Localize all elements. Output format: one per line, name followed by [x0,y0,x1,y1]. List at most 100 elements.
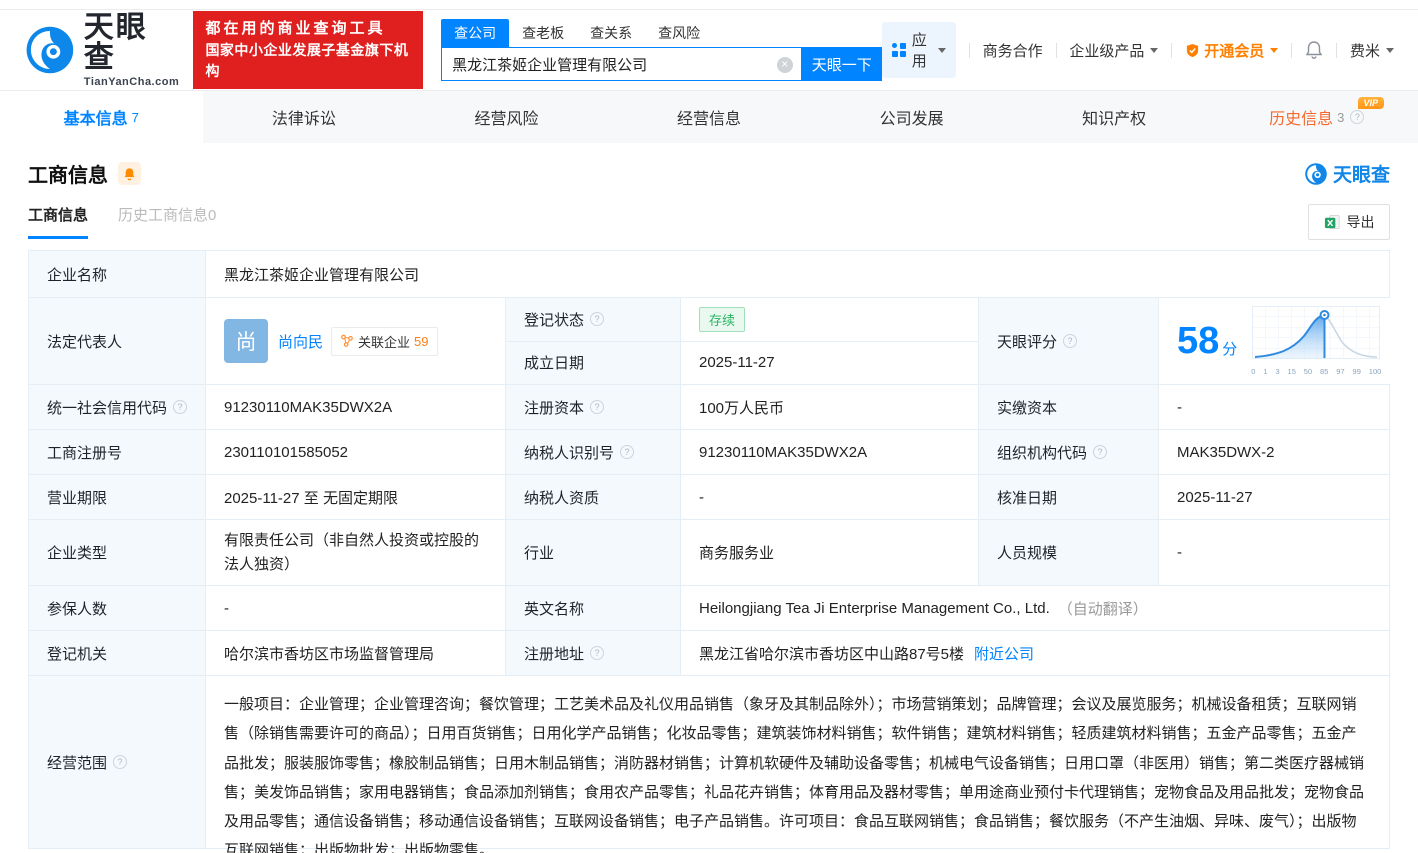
field-reg-number-label: 工商注册号 [29,430,206,474]
related-companies-icon [340,334,354,348]
field-reg-authority-label: 登记机关 [29,631,206,675]
apps-menu[interactable]: 应用 [882,22,956,78]
field-paid-capital-label: 实缴资本 [979,385,1159,429]
related-companies-label: 关联企业 [358,332,410,351]
field-business-term-value: 2025-11-27 至 无固定期限 [206,475,506,519]
field-insured-count-value: - [206,586,506,630]
help-icon[interactable] [113,755,127,769]
tianyancha-company-page: 天眼查 TianYanCha.com 都在用的商业查询工具 国家中小企业发展子基… [0,0,1418,853]
search-tab-boss[interactable]: 查老板 [509,19,577,47]
tab-history-info[interactable]: VIP 历史信息 3 [1215,91,1418,143]
nearby-companies-link[interactable]: 附近公司 [974,643,1034,664]
help-icon[interactable] [173,400,187,414]
divider [1336,43,1337,58]
field-business-scope-value: 一般项目：企业管理；企业管理咨询；餐饮管理；工艺美术品及礼仪用品销售（象牙及其制… [206,676,1389,848]
tab-basic-info[interactable]: 基本信息 7 [0,91,203,143]
menu-open-vip-label: 开通会员 [1204,40,1264,61]
table-row: 登记状态 存续 [506,298,979,341]
bell-icon [1305,40,1323,60]
watermark-logo: 天眼查 [1304,160,1390,187]
excel-icon [1324,214,1341,231]
field-approval-date-label: 核准日期 [979,475,1159,519]
tab-history-info-count: 3 [1337,110,1344,125]
user-menu[interactable]: 费米 [1350,40,1394,61]
legal-rep-name-link[interactable]: 尚向民 [278,331,323,352]
help-icon[interactable] [620,445,634,459]
main-nav-tabs: 基本信息 7 法律诉讼 经营风险 经营信息 公司发展 知识产权 VIP 历史信息… [0,90,1418,143]
field-business-term-label: 营业期限 [29,475,206,519]
tab-basic-info-count: 7 [132,110,139,125]
tab-operating-risk[interactable]: 经营风险 [405,91,608,143]
tab-operating-info[interactable]: 经营信息 [608,91,811,143]
top-divider [0,0,1418,10]
help-icon[interactable] [590,400,604,414]
tab-basic-info-label: 基本信息 [64,105,128,129]
field-score-value: 58 分 [1159,298,1395,384]
score-number: 58 [1177,322,1219,360]
search-input-wrap [441,47,802,81]
search-tab-relation[interactable]: 查关系 [577,19,645,47]
field-taxpayer-id-label: 纳税人识别号 [506,430,681,474]
legal-rep-avatar[interactable]: 尚 [224,319,268,363]
tab-company-development[interactable]: 公司发展 [810,91,1013,143]
tianyancha-logo[interactable]: 天眼查 TianYanCha.com [24,13,179,88]
divider [1291,43,1292,58]
tab-intellectual-property[interactable]: 知识产权 [1013,91,1216,143]
apps-grid-icon [892,43,906,57]
menu-business-cooperation[interactable]: 商务合作 [983,40,1043,61]
field-reg-capital-value: 100万人民币 [681,385,979,429]
business-info-table: 企业名称 黑龙江茶姬企业管理有限公司 法定代表人 尚 尚向民 关联企业 59 [28,250,1390,849]
tab-legal-proceedings[interactable]: 法律诉讼 [203,91,406,143]
table-row: 统一社会信用代码 91230110MAK35DWX2A 注册资本 100万人民币… [29,385,1389,430]
menu-open-vip[interactable]: 开通会员 [1185,40,1278,61]
field-reg-address-label: 注册地址 [506,631,681,675]
field-reg-status-value: 存续 [681,298,979,341]
related-companies-chip[interactable]: 关联企业 59 [331,327,437,356]
field-credit-code-label: 统一社会信用代码 [29,385,206,429]
divider [1056,43,1057,58]
clear-icon[interactable] [777,57,793,73]
promo-banner-line2: 国家中小企业发展子基金旗下机构 [205,40,411,82]
search-tab-company[interactable]: 查公司 [441,19,509,47]
field-org-code-value: MAK35DWX-2 [1159,430,1389,474]
section-header: 工商信息 天眼查 [28,159,1390,188]
search-input[interactable] [442,48,801,80]
score-distribution-chart: 0131550859799100 [1251,306,1381,376]
subtab-history-business-info[interactable]: 历史工商信息0 [118,204,216,236]
field-company-type-value: 有限责任公司（非自然人投资或控股的法人独资） [206,520,506,585]
logo-brand: 天眼查 [84,13,180,73]
field-legal-rep-label: 法定代表人 [29,298,206,384]
field-company-name-value: 黑龙江茶姬企业管理有限公司 [206,251,1389,297]
business-scope-text: 一般项目：企业管理；企业管理咨询；餐饮管理；工艺美术品及礼仪用品销售（象牙及其制… [206,676,1389,853]
score-axis-labels: 0131550859799100 [1251,367,1381,376]
field-company-name-label: 企业名称 [29,251,206,297]
crown-icon [1185,43,1200,58]
subtab-business-info[interactable]: 工商信息 [28,204,88,239]
table-row: 营业期限 2025-11-27 至 无固定期限 纳税人资质 - 核准日期 202… [29,475,1389,520]
chevron-down-icon [1150,48,1158,53]
notification-bell-button[interactable] [1305,40,1323,60]
help-icon[interactable] [1093,445,1107,459]
table-row: 企业名称 黑龙江茶姬企业管理有限公司 [29,251,1389,298]
monitor-bell-button[interactable] [118,162,141,185]
table-row: 经营范围 一般项目：企业管理；企业管理咨询；餐饮管理；工艺美术品及礼仪用品销售（… [29,676,1389,849]
table-row: 成立日期 2025-11-27 [506,341,979,385]
export-button[interactable]: 导出 [1308,204,1390,240]
logo-text: 天眼查 TianYanCha.com [84,13,180,88]
menu-enterprise-products[interactable]: 企业级产品 [1069,40,1158,61]
monitor-bell-icon [123,167,136,181]
logo-domain: TianYanCha.com [84,76,180,88]
subtab-row: 工商信息 历史工商信息0 导出 [28,204,1390,240]
header-menu: 应用 商务合作 企业级产品 开通会员 [882,22,1394,78]
search-button[interactable]: 天眼一下 [802,47,882,81]
field-company-type-label: 企业类型 [29,520,206,585]
field-score-label: 天眼评分 [979,298,1159,384]
divider [1171,43,1172,58]
tab-history-info-label: 历史信息 [1269,105,1333,129]
help-icon[interactable] [1350,110,1364,124]
menu-enterprise-products-label: 企业级产品 [1069,40,1144,61]
search-tab-risk[interactable]: 查风险 [645,19,713,47]
help-icon[interactable] [1063,334,1077,348]
help-icon[interactable] [590,312,604,326]
help-icon[interactable] [590,646,604,660]
